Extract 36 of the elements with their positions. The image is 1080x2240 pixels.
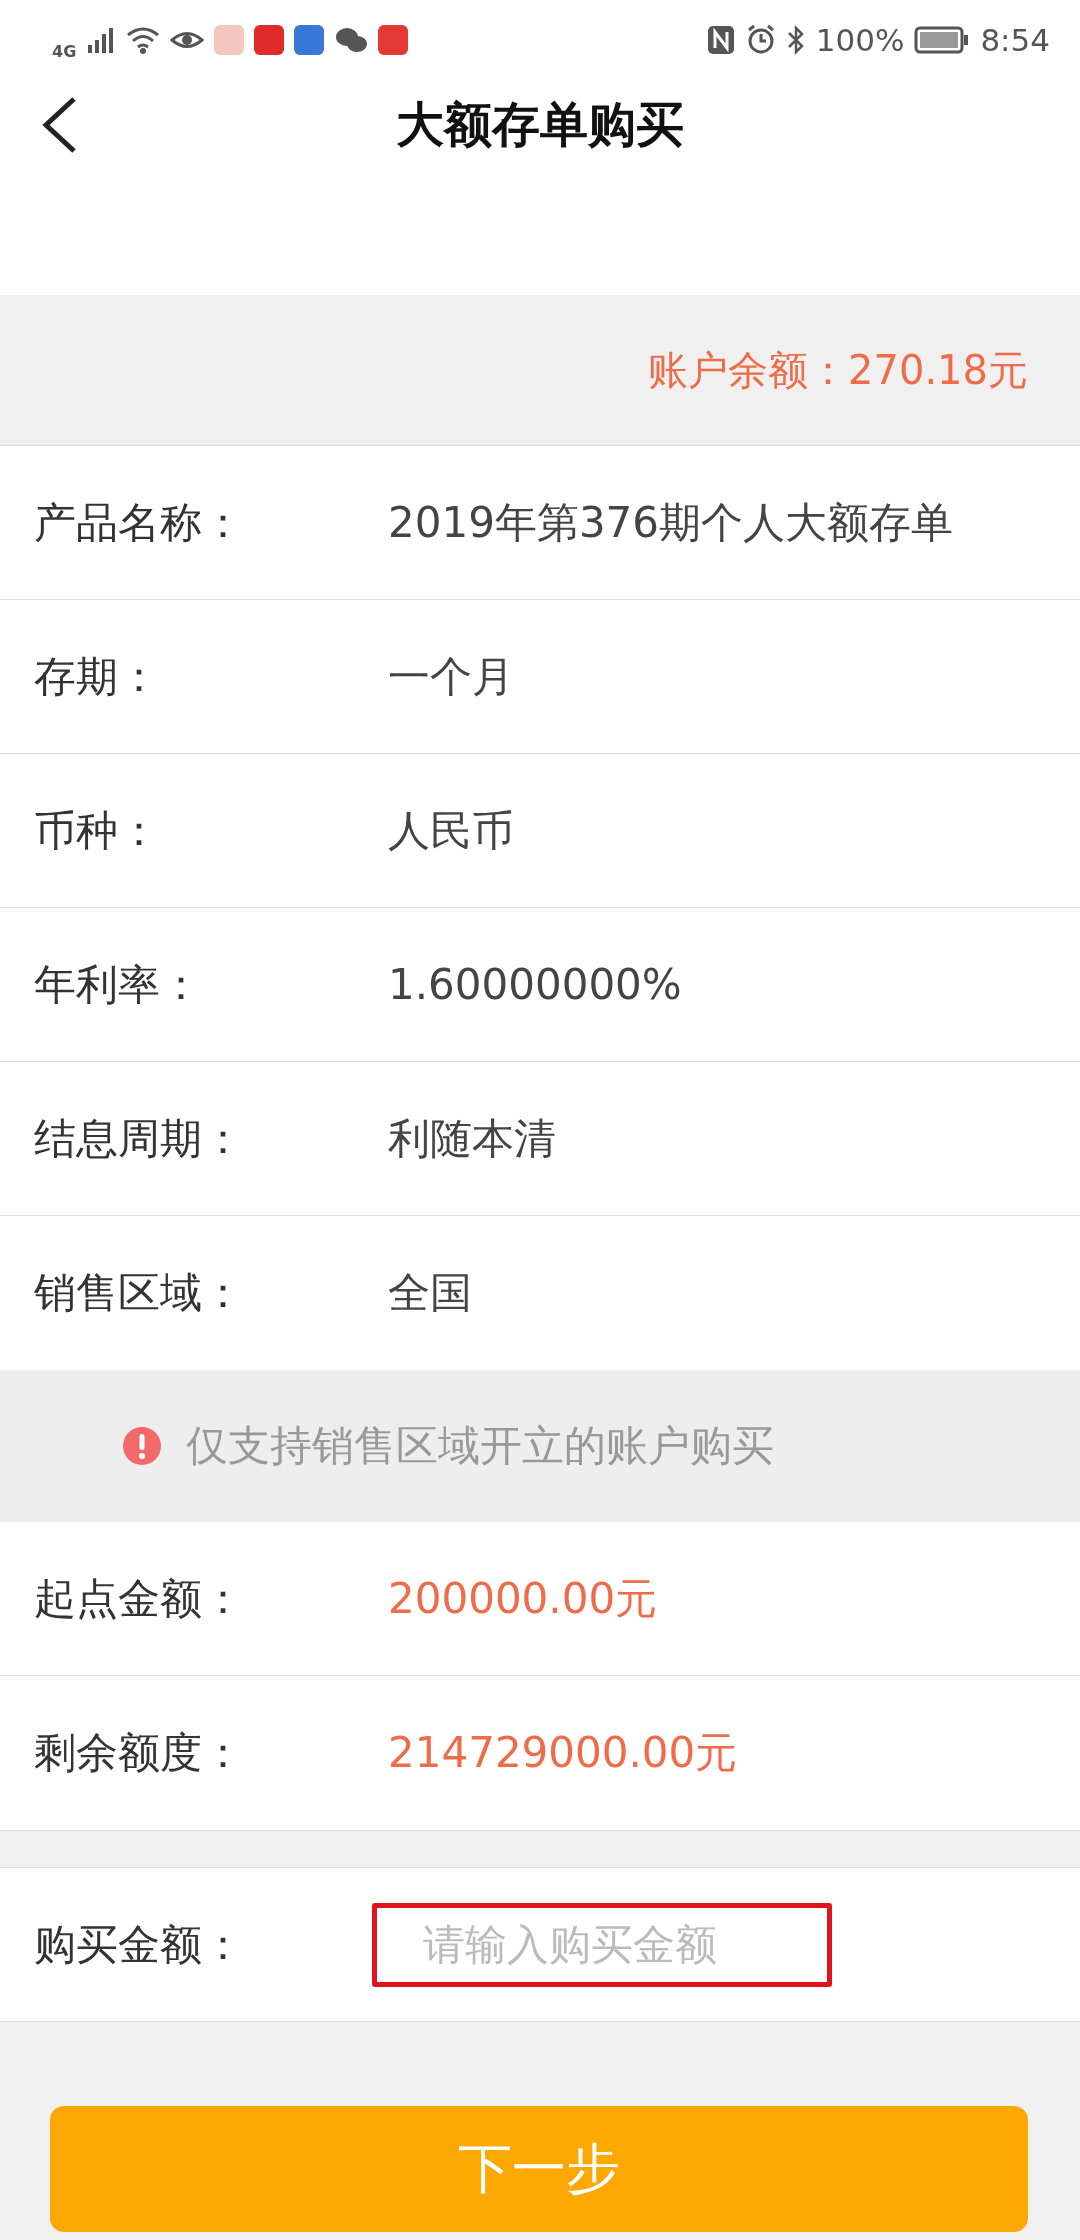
field-value: 1.60000000% [388,960,682,1009]
field-value: 利随本清 [388,1112,556,1165]
nfc-icon [705,24,736,56]
field-label: 购买金额： [34,1918,245,1971]
wifi-icon [126,25,161,55]
field-label: 销售区域： [34,1267,245,1319]
field-label: 币种： [34,804,161,857]
bluetooth-icon [785,24,806,56]
alarm-icon [745,24,776,56]
amount-value: 200000.00元 [388,1572,658,1625]
app-notification-icon [254,25,285,55]
account-balance: 账户余额：270.18元 [648,345,1028,395]
network-type: 4G [52,41,77,61]
page-title: 大额存单购买 [396,95,684,154]
next-step-button[interactable]: 下一步 [50,2106,1028,2232]
field-label: 存期： [34,650,161,703]
field-value: 人民币 [388,804,514,857]
field-value: 全国 [388,1267,472,1319]
battery-percent: 100% [815,22,905,58]
app-notification-icon [294,25,325,55]
app-notification-icon [214,25,245,55]
amount-value: 214729000.00元 [388,1727,738,1779]
clock-time: 8:54 [980,22,1050,58]
field-label: 剩余额度： [34,1727,245,1779]
field-label: 产品名称： [34,496,245,549]
warning-icon [122,1426,162,1466]
app-notification-icon [378,25,409,55]
amount-input-field[interactable]: 请输入购买金额 [372,1902,832,1987]
field-label: 起点金额： [34,1572,245,1625]
field-value: 2019年第376期个人大额存单 [388,496,954,549]
chat-icon [334,25,369,55]
field-label: 结息周期： [34,1112,245,1165]
battery-icon [914,25,971,55]
notice-text: 仅支持销售区域开立的账户购买 [186,1420,774,1472]
field-label: 年利率： [34,958,203,1011]
field-value: 一个月 [388,650,514,703]
